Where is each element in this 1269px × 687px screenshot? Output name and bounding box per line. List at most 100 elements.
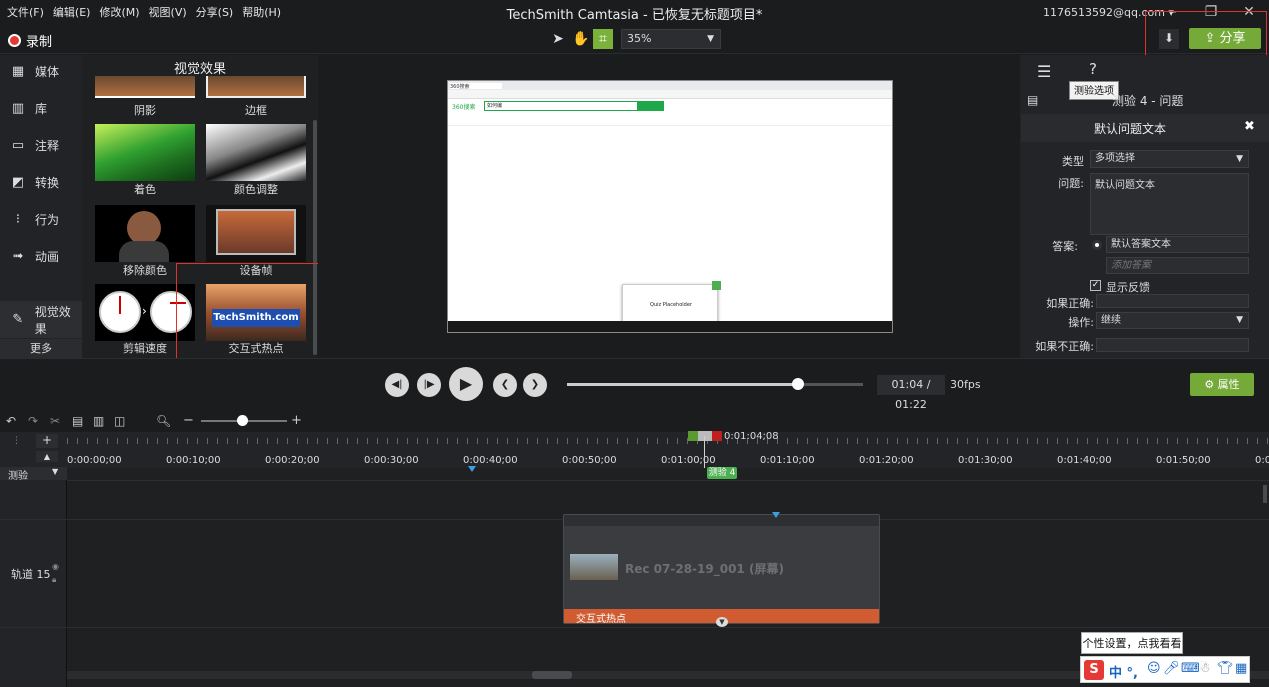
menu-view[interactable]: 视图(V): [149, 4, 187, 20]
effect-thumb-device-frame[interactable]: [206, 205, 306, 262]
collapse-icon[interactable]: ▲: [36, 451, 58, 462]
keyboard-icon[interactable]: ⌨: [1181, 661, 1200, 676]
zoom-slider[interactable]: [201, 415, 287, 426]
effect-label: 交互式热点: [228, 342, 284, 355]
screen-logo: 360搜索: [452, 104, 476, 111]
toolbox-icon[interactable]: ▦: [1235, 661, 1247, 676]
add-track-icon[interactable]: +: [36, 434, 58, 448]
lock-icon[interactable]: 🔒︎: [52, 575, 56, 585]
question-input[interactable]: 默认问题文本: [1090, 173, 1249, 235]
minimize-icon[interactable]: –: [1160, 2, 1186, 22]
cut-icon[interactable]: ✂: [50, 414, 60, 428]
add-answer-input[interactable]: 添加答案: [1106, 257, 1249, 274]
chevron-down-icon[interactable]: ▼: [52, 467, 58, 476]
answer-radio[interactable]: [1092, 240, 1102, 250]
step-back-icon[interactable]: ◀|: [385, 373, 409, 397]
menu-help[interactable]: 帮助(H): [242, 4, 281, 20]
nav-annotations[interactable]: ▭ 注释: [0, 127, 82, 164]
eye-icon[interactable]: ◉: [52, 562, 59, 571]
zoom-out-icon[interactable]: −: [183, 413, 194, 428]
nav-label: 库: [35, 102, 48, 116]
prev-icon[interactable]: ❮: [493, 373, 517, 397]
scrubber-track[interactable]: [567, 378, 863, 390]
track-height-icon[interactable]: ⋮: [12, 436, 21, 460]
split-icon[interactable]: ◫: [114, 414, 125, 428]
pan-tool-icon[interactable]: ✋: [571, 29, 591, 49]
effect-thumb-interactive-hotspot[interactable]: TechSmith.com: [206, 284, 306, 341]
action-label: 操作:: [1068, 316, 1094, 329]
undo-icon[interactable]: ↶: [6, 414, 16, 428]
help-icon[interactable]: ?: [1089, 60, 1097, 78]
menu-lines-icon[interactable]: ☰: [1037, 62, 1051, 81]
screen-search: 如何编: [484, 101, 638, 111]
show-feedback-checkbox[interactable]: ✓: [1090, 280, 1101, 291]
expand-effect-icon[interactable]: ▼: [716, 617, 728, 627]
share-button[interactable]: ⇪ 分享: [1189, 28, 1261, 49]
play-icon[interactable]: ▶: [449, 367, 483, 401]
ime-mode[interactable]: 中 °,: [1109, 662, 1138, 681]
account-menu[interactable]: 1176513592@qq.com ▾: [1043, 6, 1174, 19]
type-value: 多项选择: [1095, 153, 1135, 164]
menu-share[interactable]: 分享(S): [196, 4, 234, 20]
effect-thumb-border[interactable]: [206, 76, 306, 98]
close-icon[interactable]: ✕: [1236, 2, 1262, 22]
properties-button[interactable]: ⚙ 属性: [1190, 373, 1254, 396]
step-forward-icon[interactable]: |▶: [417, 373, 441, 397]
clip-effect-label: 交互式热点: [576, 614, 626, 625]
user-icon[interactable]: ☃: [1199, 661, 1211, 676]
marker-icon[interactable]: [468, 466, 476, 472]
quiz-marker[interactable]: 测验 4: [707, 467, 737, 479]
effect-label: 着色: [134, 183, 156, 196]
zoom-in-icon[interactable]: +: [291, 413, 302, 428]
effect-thumb-clip-speed[interactable]: ›: [95, 284, 195, 341]
close-icon[interactable]: ✖: [1244, 119, 1255, 134]
nav-transitions[interactable]: ◩ 转换: [0, 164, 82, 201]
mic-icon[interactable]: 🎤︎: [1163, 661, 1180, 676]
nav-animations[interactable]: ➟ 动画: [0, 238, 82, 275]
marker-icon[interactable]: [772, 512, 780, 518]
effect-thumb-shadow[interactable]: [95, 76, 195, 98]
answer-input[interactable]: 默认答案文本: [1106, 236, 1249, 253]
nav-media[interactable]: ▦ 媒体: [0, 53, 82, 90]
nav-behaviors[interactable]: ⁝ 行为: [0, 201, 82, 238]
record-button[interactable]: 录制: [8, 31, 52, 50]
sogou-logo-icon[interactable]: S: [1084, 660, 1104, 680]
show-feedback-label: 显示反馈: [1106, 281, 1150, 294]
menu-file[interactable]: 文件(F): [7, 4, 44, 20]
if-incorrect-input[interactable]: [1096, 338, 1249, 352]
more-button[interactable]: 更多: [0, 339, 82, 358]
menu-edit[interactable]: 编辑(E): [53, 4, 91, 20]
emoji-icon[interactable]: ☺: [1147, 661, 1161, 676]
effect-thumb-remove-color[interactable]: [95, 205, 195, 262]
media-icon: ▦: [11, 64, 25, 79]
action-select[interactable]: 继续 ▼: [1096, 312, 1249, 329]
crop-tool-icon[interactable]: ⌗: [593, 29, 613, 49]
effects-scrollbar[interactable]: [313, 120, 317, 355]
scrubber-knob[interactable]: [791, 378, 804, 390]
paste-icon[interactable]: ▥: [93, 414, 104, 428]
effect-thumb-color-adjust[interactable]: [206, 124, 306, 181]
playhead-handle[interactable]: [688, 431, 722, 441]
ime-toolbar[interactable]: S 中 °, ☺ 🎤︎ ⌨ ☃ 👕︎ ▦: [1080, 656, 1250, 683]
if-correct-input[interactable]: [1096, 294, 1249, 308]
copy-icon[interactable]: ▤: [72, 414, 83, 428]
zoom-select[interactable]: 35% ▼: [621, 29, 721, 49]
restore-icon[interactable]: ❐: [1198, 2, 1224, 22]
type-select[interactable]: 多项选择 ▼: [1090, 150, 1249, 168]
effect-thumb-colorize[interactable]: [95, 124, 195, 181]
menu-modify[interactable]: 修改(M): [99, 4, 139, 20]
chevron-down-icon: ▼: [1236, 154, 1243, 164]
skin-icon[interactable]: 👕︎: [1217, 661, 1234, 676]
nav-library[interactable]: ▥ 库: [0, 90, 82, 127]
next-icon[interactable]: ❯: [523, 373, 547, 397]
ruler-tick: 0:01:20;00: [859, 455, 914, 466]
select-tool-icon[interactable]: ➤: [548, 29, 568, 49]
scrollbar-knob[interactable]: [532, 671, 572, 679]
vertical-scrollbar[interactable]: [1263, 485, 1267, 503]
zoom-slider-knob[interactable]: [237, 415, 248, 426]
nav-visual-effects[interactable]: ✎ 视觉效果: [0, 301, 82, 338]
download-icon[interactable]: ⬇: [1159, 29, 1179, 49]
redo-icon[interactable]: ↷: [28, 414, 38, 428]
annotation-icon: ▭: [11, 138, 25, 153]
canvas-preview[interactable]: 360搜索 360搜索 如何编 Quiz Placeholder: [447, 80, 893, 333]
